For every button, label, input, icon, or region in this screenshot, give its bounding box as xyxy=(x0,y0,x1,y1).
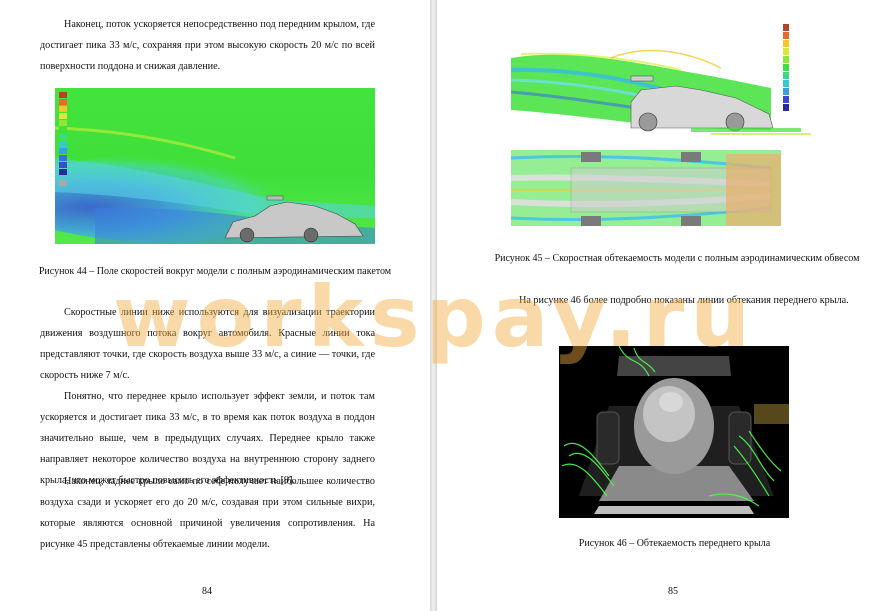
front-wing-render xyxy=(559,346,789,518)
figure-45-caption: Рисунок 45 – Скоростная обтекаемость мод… xyxy=(494,253,860,264)
left-paragraph-2: Скоростные линии ниже используются для в… xyxy=(40,307,375,381)
top-view xyxy=(511,150,781,226)
left-page-number: 84 xyxy=(202,586,212,597)
figure-44-caption: Рисунок 44 – Поле скоростей вокруг модел… xyxy=(38,266,392,277)
book-spine xyxy=(430,0,437,611)
streamlines-plot xyxy=(511,18,861,232)
figure-46-caption: Рисунок 46 – Обтекаемость переднего крыл… xyxy=(578,538,771,549)
color-scale-legend xyxy=(783,24,789,111)
left-page: Наконец, поток ускоряется непосредственн… xyxy=(0,0,430,611)
right-page: Рисунок 45 – Скоростная обтекаемость мод… xyxy=(437,0,869,611)
figure-46-front-wing-render xyxy=(559,346,789,518)
color-scale-legend xyxy=(59,92,67,186)
right-page-number: 85 xyxy=(668,586,678,597)
figure-45-streamlines xyxy=(511,18,861,232)
velocity-field-plot xyxy=(55,88,375,244)
right-paragraph-1: На рисунке 46 более подробно показаны ли… xyxy=(519,295,849,306)
left-paragraph-1: Наконец, поток ускоряется непосредственн… xyxy=(40,19,375,72)
figure-44-velocity-field xyxy=(55,88,375,244)
left-paragraph-4: Наконец, заднее крыло само по себе получ… xyxy=(40,476,375,550)
